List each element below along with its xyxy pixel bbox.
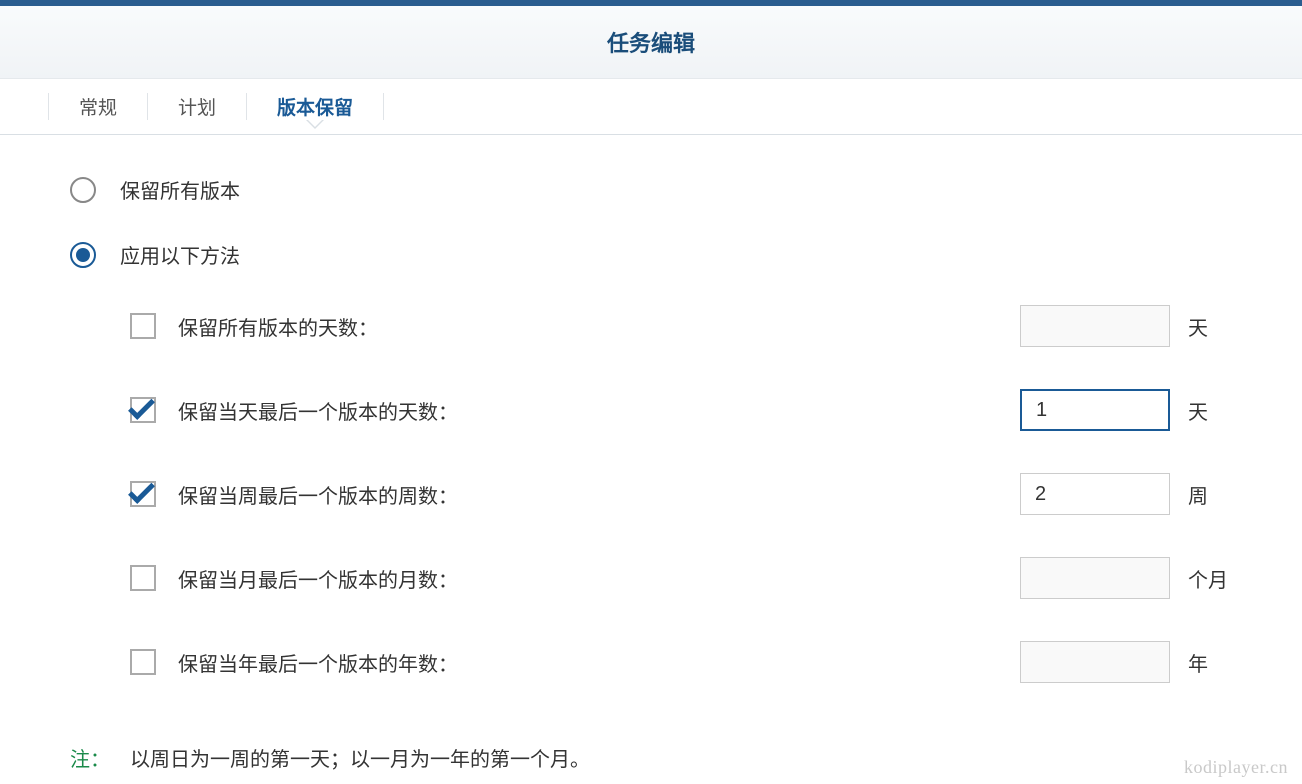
radio-apply-method[interactable]: [70, 242, 96, 268]
radio-apply-method-label: 应用以下方法: [120, 240, 240, 269]
option-label-last-month: 保留当月最后一个版本的月数：: [178, 564, 1020, 593]
dialog-title: 任务编辑: [0, 26, 1302, 58]
input-last-month[interactable]: [1020, 557, 1170, 599]
option-label-last-week: 保留当周最后一个版本的周数：: [178, 480, 1020, 509]
radio-row-keep-all: 保留所有版本: [70, 175, 1232, 204]
input-all-days[interactable]: [1020, 305, 1170, 347]
option-row-last-day: 保留当天最后一个版本的天数： 天: [130, 389, 1232, 431]
option-row-all-days: 保留所有版本的天数： 天: [130, 305, 1232, 347]
checkbox-last-day[interactable]: [130, 397, 156, 423]
unit-last-year: 年: [1188, 648, 1232, 677]
tab-version-retention-label: 版本保留: [277, 93, 353, 120]
note-label: 注：: [70, 743, 110, 772]
radio-keep-all[interactable]: [70, 177, 96, 203]
unit-last-month: 个月: [1188, 564, 1232, 593]
note-text: 以周日为一周的第一天；以一月为一年的第一个月。: [130, 743, 590, 772]
checkbox-last-year[interactable]: [130, 649, 156, 675]
tab-schedule-label: 计划: [178, 93, 216, 120]
unit-last-day: 天: [1188, 396, 1232, 425]
tab-general[interactable]: 常规: [48, 93, 148, 120]
tab-bar: 常规 计划 版本保留: [0, 79, 1302, 135]
option-row-last-week: 保留当周最后一个版本的周数： 周: [130, 473, 1232, 515]
content-area: 保留所有版本 应用以下方法 保留所有版本的天数： 天 保留当天最后一个版本的天数…: [0, 135, 1302, 683]
radio-keep-all-label: 保留所有版本: [120, 175, 240, 204]
option-label-last-day: 保留当天最后一个版本的天数：: [178, 396, 1020, 425]
option-label-last-year: 保留当年最后一个版本的年数：: [178, 648, 1020, 677]
option-label-all-days: 保留所有版本的天数：: [178, 312, 1020, 341]
input-last-day[interactable]: [1020, 389, 1170, 431]
option-row-last-year: 保留当年最后一个版本的年数： 年: [130, 641, 1232, 683]
tab-general-label: 常规: [79, 93, 117, 120]
input-last-year[interactable]: [1020, 641, 1170, 683]
tab-version-retention[interactable]: 版本保留: [247, 93, 384, 120]
radio-row-apply-method: 应用以下方法: [70, 240, 1232, 269]
watermark: kodiplayer.cn: [1184, 757, 1288, 778]
footer-note: 注： 以周日为一周的第一天；以一月为一年的第一个月。: [0, 743, 1302, 772]
dialog-header: 任务编辑: [0, 6, 1302, 79]
checkbox-last-week[interactable]: [130, 481, 156, 507]
checkbox-all-days[interactable]: [130, 313, 156, 339]
checkbox-last-month[interactable]: [130, 565, 156, 591]
method-options: 保留所有版本的天数： 天 保留当天最后一个版本的天数： 天 保留当周最后一个版本…: [70, 305, 1232, 683]
input-last-week[interactable]: [1020, 473, 1170, 515]
unit-last-week: 周: [1188, 480, 1232, 509]
unit-all-days: 天: [1188, 312, 1232, 341]
option-row-last-month: 保留当月最后一个版本的月数： 个月: [130, 557, 1232, 599]
tab-schedule[interactable]: 计划: [148, 93, 247, 120]
